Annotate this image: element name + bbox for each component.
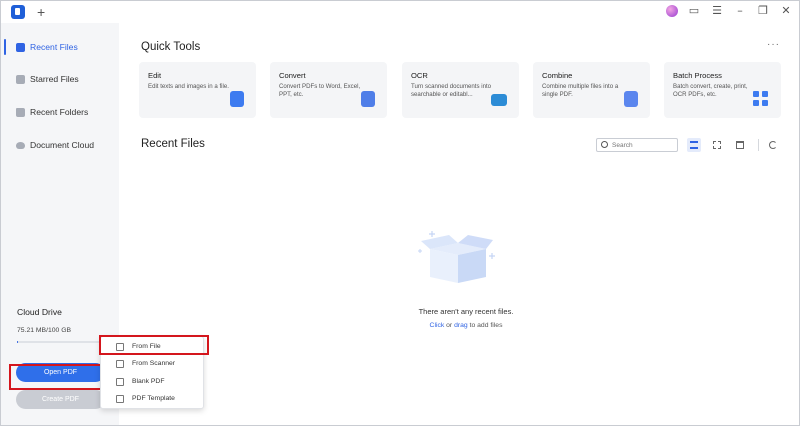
- close-icon[interactable]: ✕: [779, 4, 793, 18]
- hint-text: or: [446, 322, 453, 329]
- batch-process-icon: [753, 91, 769, 107]
- minimize-icon[interactable]: –: [733, 4, 747, 18]
- restore-icon[interactable]: ❐: [756, 4, 770, 18]
- menu-item-label: PDF Template: [132, 395, 175, 402]
- tool-desc: Batch convert, create, print, OCR PDFs, …: [673, 83, 748, 98]
- tool-card-edit[interactable]: Edit Edit texts and images in a file.: [139, 62, 256, 118]
- convert-icon: [361, 91, 375, 107]
- click-link[interactable]: Click: [430, 322, 445, 329]
- cloud-drive-progress: [17, 341, 105, 343]
- empty-box-illustration: [418, 231, 495, 283]
- empty-state-hint: Click or drag to add files: [361, 322, 571, 329]
- refresh-button[interactable]: [766, 138, 780, 152]
- menu-item-blank-pdf[interactable]: Blank PDF: [101, 373, 203, 390]
- tool-desc: Convert PDFs to Word, Excel, PPT, etc.: [279, 83, 361, 98]
- tool-card-batch-process[interactable]: Batch Process Batch convert, create, pri…: [664, 62, 781, 118]
- grid-view-icon: [713, 141, 721, 149]
- grid-view-button[interactable]: [710, 138, 724, 152]
- tool-card-ocr[interactable]: OCR Turn scanned documents into searchab…: [402, 62, 519, 118]
- blank-page-icon: [116, 377, 124, 386]
- tool-card-combine[interactable]: Combine Combine multiple files into a si…: [533, 62, 650, 118]
- menu-item-label: Blank PDF: [132, 378, 165, 385]
- star-icon: [16, 74, 25, 84]
- tool-desc: Combine multiple files into a single PDF…: [542, 83, 619, 98]
- search-box[interactable]: [596, 138, 678, 152]
- empty-state-message: There aren't any recent files.: [418, 307, 514, 316]
- scanner-icon: [116, 359, 124, 368]
- sidebar-item-label: Document Cloud: [30, 140, 95, 150]
- edit-icon: [230, 91, 244, 107]
- cloud-drive-usage: 75.21 MB/100 GB: [17, 327, 72, 334]
- refresh-icon: [769, 141, 777, 149]
- search-icon: [601, 141, 608, 148]
- delete-button[interactable]: [733, 138, 747, 152]
- more-options-icon[interactable]: ···: [767, 39, 780, 50]
- list-view-button[interactable]: [687, 138, 701, 152]
- menu-item-from-scanner[interactable]: From Scanner: [101, 355, 203, 372]
- combine-icon: [624, 91, 638, 107]
- tool-desc: Turn scanned documents into searchable o…: [411, 83, 492, 98]
- folder-icon: [16, 107, 25, 117]
- tool-title: Batch Process: [673, 71, 722, 80]
- avatar[interactable]: [666, 5, 678, 17]
- window-controls: ▭ ☰ – ❐ ✕: [666, 4, 793, 18]
- search-input[interactable]: [612, 140, 674, 150]
- sidebar-item-recent-folders[interactable]: Recent Folders: [1, 101, 119, 123]
- menu-icon[interactable]: ☰: [710, 4, 724, 18]
- new-tab-button[interactable]: +: [37, 3, 45, 21]
- menu-item-pdf-template[interactable]: PDF Template: [101, 390, 203, 407]
- title-bar: + ▭ ☰ – ❐ ✕: [1, 1, 799, 23]
- sidebar-item-label: Recent Files: [30, 42, 78, 52]
- highlight-from-file: [99, 335, 209, 355]
- app-window: + ▭ ☰ – ❐ ✕ Recent Files Starred Files R…: [0, 0, 800, 426]
- sidebar-item-label: Recent Folders: [30, 107, 89, 117]
- template-icon: [116, 394, 124, 403]
- recent-files-icon: [16, 42, 25, 52]
- tool-title: Combine: [542, 71, 573, 80]
- toolbar-divider: [758, 139, 759, 151]
- trash-icon: [736, 141, 744, 149]
- sidebar-item-label: Starred Files: [30, 74, 79, 84]
- cloud-icon: [16, 141, 25, 149]
- quick-tools-title: Quick Tools: [141, 41, 201, 53]
- menu-item-label: From Scanner: [132, 360, 176, 367]
- tool-title: OCR: [411, 71, 428, 80]
- tool-title: Edit: [148, 71, 162, 80]
- drag-link[interactable]: drag: [454, 322, 468, 329]
- list-view-icon: [690, 141, 698, 149]
- tool-desc: Edit texts and images in a file.: [148, 83, 229, 90]
- message-icon[interactable]: ▭: [687, 4, 701, 18]
- cloud-drive-title: Cloud Drive: [17, 307, 62, 317]
- sidebar-item-starred-files[interactable]: Starred Files: [1, 68, 119, 90]
- recent-files-title: Recent Files: [141, 138, 205, 150]
- sidebar-item-document-cloud[interactable]: Document Cloud: [1, 134, 119, 156]
- cloud-drive-progress-fill: [17, 341, 18, 343]
- app-logo-icon: [11, 5, 25, 19]
- ocr-icon: [491, 94, 507, 106]
- tool-title: Convert: [279, 71, 306, 80]
- highlight-create-pdf: [9, 364, 111, 390]
- hint-text: to add files: [469, 322, 503, 329]
- create-pdf-button[interactable]: Create PDF: [16, 390, 105, 409]
- tool-card-convert[interactable]: Convert Convert PDFs to Word, Excel, PPT…: [270, 62, 387, 118]
- sidebar-item-recent-files[interactable]: Recent Files: [1, 36, 119, 58]
